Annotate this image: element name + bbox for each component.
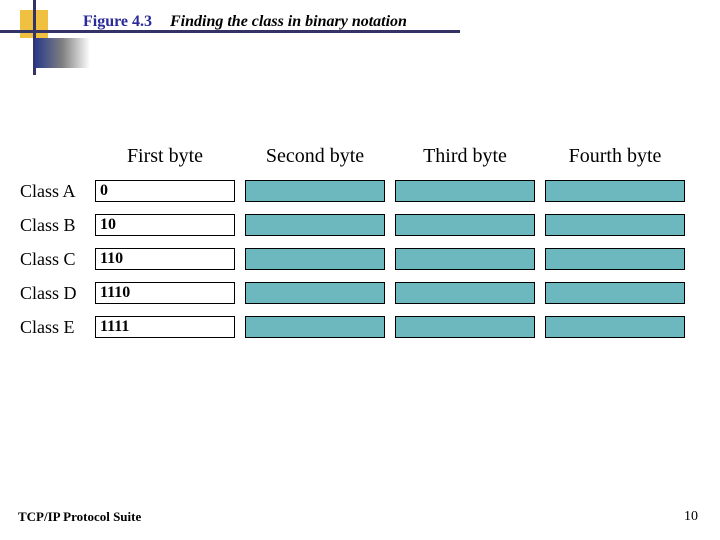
first-byte-cell: 1110	[95, 282, 235, 304]
byte-cell	[245, 248, 385, 270]
byte-cell	[395, 248, 535, 270]
first-byte-cell: 1111	[95, 316, 235, 338]
col-second-byte: Second byte	[245, 145, 385, 168]
byte-cell	[545, 282, 685, 304]
table-row: Class E 1111	[20, 316, 700, 338]
first-byte-cell: 10	[95, 214, 235, 236]
table-row: Class B 10	[20, 214, 700, 236]
byte-cell	[395, 180, 535, 202]
col-third-byte: Third byte	[395, 145, 535, 168]
figure-label: Figure 4.3	[83, 13, 152, 31]
header-spacer	[20, 145, 95, 168]
column-headers: First byte Second byte Third byte Fourth…	[20, 145, 700, 168]
byte-cell	[395, 316, 535, 338]
page-number: 10	[684, 509, 698, 525]
slide: Figure 4.3 Finding the class in binary n…	[0, 0, 720, 540]
byte-cell	[245, 316, 385, 338]
row-label-class-b: Class B	[20, 215, 95, 236]
decor-gradient-block	[35, 38, 90, 68]
class-diagram: First byte Second byte Third byte Fourth…	[20, 145, 700, 350]
figure-title: Finding the class in binary notation	[170, 13, 407, 31]
byte-cell	[395, 214, 535, 236]
footer-text: TCP/IP Protocol Suite	[18, 509, 141, 525]
col-first-byte: First byte	[95, 145, 235, 168]
byte-cell	[545, 316, 685, 338]
row-label-class-d: Class D	[20, 283, 95, 304]
first-byte-cell: 110	[95, 248, 235, 270]
row-label-class-e: Class E	[20, 317, 95, 338]
row-label-class-c: Class C	[20, 249, 95, 270]
first-byte-cell: 0	[95, 180, 235, 202]
col-fourth-byte: Fourth byte	[545, 145, 685, 168]
byte-cell	[545, 214, 685, 236]
byte-cell	[545, 180, 685, 202]
byte-cell	[245, 282, 385, 304]
byte-cell	[245, 214, 385, 236]
byte-cell	[545, 248, 685, 270]
row-label-class-a: Class A	[20, 181, 95, 202]
table-row: Class A 0	[20, 180, 700, 202]
table-row: Class C 110	[20, 248, 700, 270]
table-row: Class D 1110	[20, 282, 700, 304]
byte-cell	[395, 282, 535, 304]
byte-cell	[245, 180, 385, 202]
